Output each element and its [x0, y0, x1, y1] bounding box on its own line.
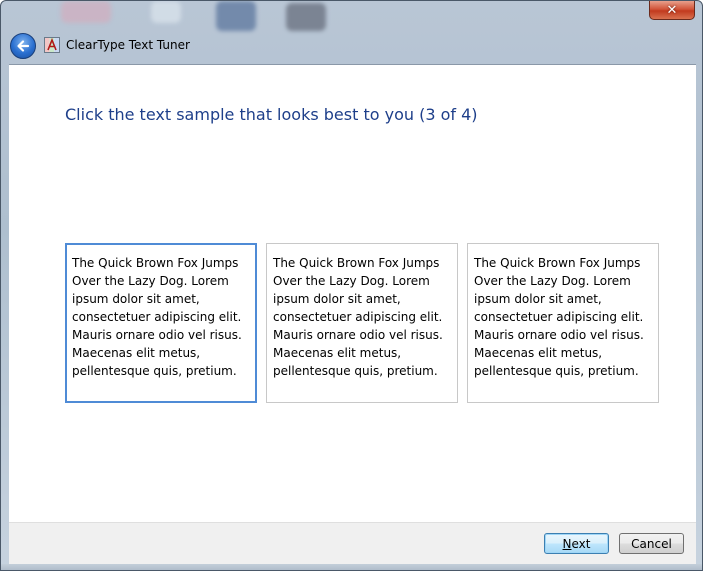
desktop-blur	[286, 3, 326, 31]
desktop-blur	[151, 1, 181, 23]
button-bar: Next Cancel	[9, 522, 696, 565]
text-sample-3[interactable]: The Quick Brown Fox Jumps Over the Lazy …	[467, 243, 659, 403]
close-icon: ✕	[666, 2, 678, 18]
next-button[interactable]: Next	[544, 533, 609, 554]
desktop-blur	[61, 1, 111, 23]
sample-text: The Quick Brown Fox Jumps Over the Lazy …	[72, 256, 242, 378]
close-button[interactable]: ✕	[649, 1, 695, 20]
window-title: ClearType Text Tuner	[66, 38, 190, 52]
text-sample-2[interactable]: The Quick Brown Fox Jumps Over the Lazy …	[266, 243, 458, 403]
cleartype-app-icon	[44, 37, 60, 53]
page-heading: Click the text sample that looks best to…	[65, 105, 478, 124]
sample-text: The Quick Brown Fox Jumps Over the Lazy …	[273, 256, 443, 378]
sample-text: The Quick Brown Fox Jumps Over the Lazy …	[474, 256, 644, 378]
next-label: ext	[571, 536, 591, 551]
cleartype-window: ✕ ClearType Text Tuner Click the text sa…	[0, 0, 703, 571]
content-area: Click the text sample that looks best to…	[9, 64, 696, 523]
window-bottom-frame	[1, 564, 702, 570]
text-sample-1[interactable]: The Quick Brown Fox Jumps Over the Lazy …	[65, 243, 257, 403]
next-accelerator: N	[562, 536, 572, 551]
back-arrow-icon	[17, 40, 30, 52]
cancel-label: Cancel	[631, 536, 672, 551]
back-button[interactable]	[10, 33, 36, 59]
desktop-blur	[216, 1, 256, 31]
cancel-button[interactable]: Cancel	[619, 533, 684, 554]
